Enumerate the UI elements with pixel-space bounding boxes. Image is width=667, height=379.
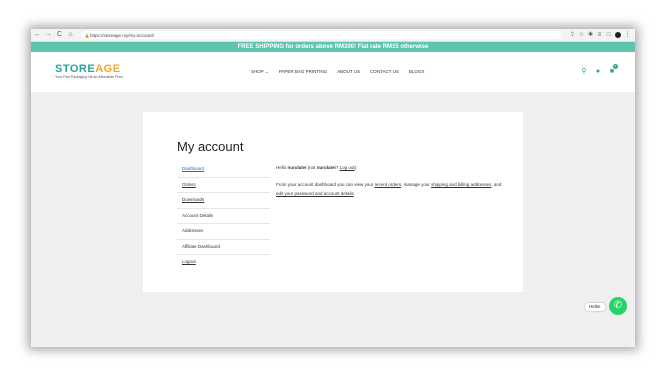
nav-blogs[interactable]: BLOGS xyxy=(409,69,425,75)
account-nav-dashboard-label: Dashboard xyxy=(182,166,205,171)
page-title: My account xyxy=(177,139,244,154)
addresses-link[interactable]: shipping and billing addresses xyxy=(431,182,491,187)
user-icon[interactable]: ● xyxy=(591,67,605,76)
promo-bar: FREE SHIPPING for orders above RM300! Fl… xyxy=(31,42,635,52)
browser-window: ← → C ⌂ 🔒 https://storeage.my/my-account… xyxy=(31,29,635,347)
back-icon[interactable]: ← xyxy=(33,29,42,41)
account-nav-account-details[interactable]: Account Details xyxy=(177,209,270,224)
desc-part-4: . xyxy=(353,191,356,196)
home-icon[interactable]: ⌂ xyxy=(66,29,75,41)
desc-part-2: , manage your xyxy=(401,182,432,187)
desc-part-3: , and xyxy=(491,182,502,187)
logo-part-age: AGE xyxy=(95,63,121,75)
media-icon[interactable]: ≡ xyxy=(595,29,604,41)
account-nav-orders-label: Orders xyxy=(182,181,196,187)
main-nav: SHOP ⌄ PAPER BAG PRINTING ABOUT US CONTA… xyxy=(251,69,434,75)
cart-icon[interactable]: ■ 0 xyxy=(605,64,619,76)
account-nav-dashboard[interactable]: Dashboard xyxy=(177,162,270,178)
account-nav-addresses[interactable]: Addresses xyxy=(177,224,270,240)
greeting-not-username: nurulatei xyxy=(316,165,336,170)
dashboard-description: From your account dashboard you can view… xyxy=(276,180,506,198)
star-icon[interactable]: ☆ xyxy=(577,29,586,41)
logo-tagline: Your First Packaging Hit An Affordable P… xyxy=(55,75,124,79)
browser-toolbar: ← → C ⌂ 🔒 https://storeage.my/my-account… xyxy=(31,29,635,42)
account-nav-logout[interactable]: Logout xyxy=(177,255,270,270)
account-nav-affiliate-dashboard-label: Affiliate Dashboard xyxy=(182,243,220,249)
logout-link[interactable]: Log out xyxy=(340,165,355,170)
profile-icon[interactable] xyxy=(615,32,621,38)
greeting-prefix: Hello xyxy=(276,165,288,170)
url-text: https://storeage.my/my-account/ xyxy=(90,32,155,38)
logo-wordmark: STOREAGE xyxy=(55,64,123,75)
whatsapp-icon: ✆ xyxy=(613,300,623,311)
nav-contact-us[interactable]: CONTACT US xyxy=(370,69,399,75)
browser-actions: ⇪ ☆ ✱ ≡ □ ⋮ xyxy=(568,29,632,41)
account-card: My account Dashboard Orders Downloads Ac… xyxy=(143,112,523,292)
search-icon[interactable]: ⚲ xyxy=(577,67,591,76)
account-navigation: Dashboard Orders Downloads Account Detai… xyxy=(177,162,270,270)
account-nav-downloads[interactable]: Downloads xyxy=(177,193,270,209)
chat-hello-label[interactable]: Hello! xyxy=(585,303,605,311)
desc-part-1: From your account dashboard you can view… xyxy=(276,182,375,187)
sidebar-icon[interactable]: □ xyxy=(604,29,613,41)
account-nav-account-details-label: Account Details xyxy=(182,212,214,218)
site-logo[interactable]: STOREAGE Your First Packaging Hit An Aff… xyxy=(55,64,123,80)
account-nav-logout-label: Logout xyxy=(182,259,196,264)
nav-about-us[interactable]: ABOUT US xyxy=(337,69,360,75)
account-nav-orders[interactable]: Orders xyxy=(177,178,270,193)
address-bar[interactable]: 🔒 https://storeage.my/my-account/ xyxy=(81,31,561,39)
account-nav-addresses-label: Addresses xyxy=(182,228,204,233)
logo-part-store: STORE xyxy=(55,63,96,75)
menu-icon[interactable]: ⋮ xyxy=(623,29,632,41)
cart-glyph: ■ xyxy=(609,68,615,75)
edit-account-link[interactable]: edit your password and account details xyxy=(276,191,354,196)
greeting-username: nurulatei xyxy=(287,165,307,170)
forward-icon[interactable]: → xyxy=(44,29,53,41)
reload-icon[interactable]: C xyxy=(55,29,64,41)
account-nav-affiliate-dashboard[interactable]: Affiliate Dashboard xyxy=(177,240,270,255)
share-icon[interactable]: ⇪ xyxy=(568,29,577,41)
site-header: STOREAGE Your First Packaging Hit An Aff… xyxy=(31,52,635,92)
cart-count-badge: 0 xyxy=(613,64,618,69)
account-dashboard-content: Hello nurulatei (not nurulatei? Log out)… xyxy=(276,163,506,198)
greeting-suffix: ) xyxy=(354,165,357,170)
greeting-text: Hello nurulatei (not nurulatei? Log out) xyxy=(276,163,506,172)
whatsapp-chat-button[interactable]: ✆ xyxy=(609,297,627,315)
nav-paper-bag-printing[interactable]: PAPER BAG PRINTING xyxy=(279,69,327,75)
extension-icon[interactable]: ✱ xyxy=(586,29,595,41)
account-nav-downloads-label: Downloads xyxy=(182,197,205,202)
greeting-not-prefix: (not xyxy=(306,165,317,170)
header-icons: ⚲ ● ■ 0 xyxy=(577,64,619,76)
nav-shop[interactable]: SHOP ⌄ xyxy=(251,69,269,75)
recent-orders-link[interactable]: recent orders xyxy=(375,182,402,187)
